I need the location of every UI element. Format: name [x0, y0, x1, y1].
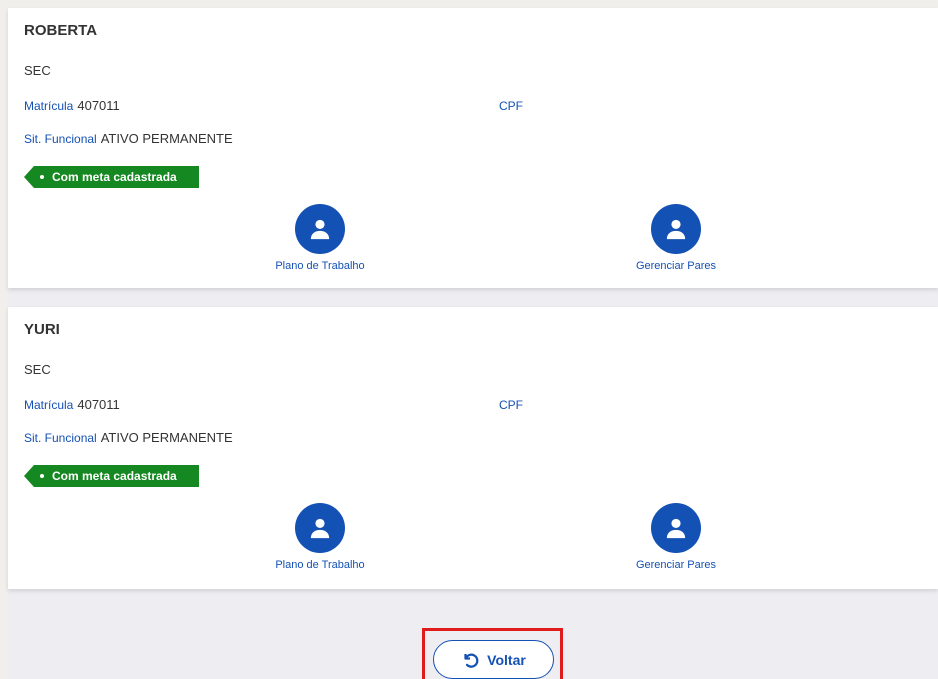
page-top-border — [0, 0, 938, 8]
employee-org: SEC — [24, 362, 51, 377]
voltar-label: Voltar — [487, 651, 526, 668]
page-left-border — [0, 0, 8, 679]
user-icon — [666, 219, 686, 240]
user-icon — [310, 219, 330, 240]
plano-trabalho-label[interactable]: Plano de Trabalho — [275, 260, 364, 272]
matricula-value: 407011 — [77, 397, 120, 412]
gerenciar-pares-label[interactable]: Gerenciar Pares — [636, 559, 716, 571]
sit-funcional-value: ATIVO PERMANENTE — [100, 131, 233, 146]
status-badge: Com meta cadastrada — [24, 166, 199, 188]
gerenciar-pares-button[interactable]: Gerenciar Pares — [606, 204, 746, 272]
sit-funcional-row: Sit. Funcional ATIVO PERMANENTE — [24, 429, 233, 447]
plano-trabalho-label[interactable]: Plano de Trabalho — [275, 559, 364, 571]
user-icon — [310, 518, 330, 539]
cpf-label: CPF — [499, 398, 523, 412]
sit-funcional-row: Sit. Funcional ATIVO PERMANENTE — [24, 130, 233, 148]
plano-trabalho-circle[interactable] — [295, 503, 345, 553]
status-badge: Com meta cadastrada — [24, 465, 199, 487]
employee-name: ROBERTA — [24, 22, 98, 39]
employee-card: YURI SEC Matrícula 407011 CPF Sit. Funcio… — [8, 307, 938, 589]
gerenciar-pares-button[interactable]: Gerenciar Pares — [606, 503, 746, 571]
gerenciar-pares-circle[interactable] — [651, 204, 701, 254]
sit-funcional-value: ATIVO PERMANENTE — [100, 430, 233, 445]
matricula-label: Matrícula — [24, 398, 74, 412]
plano-trabalho-circle[interactable] — [295, 204, 345, 254]
bullet-icon — [40, 474, 44, 478]
user-icon — [666, 518, 686, 539]
employee-card: ROBERTA SEC Matrícula 407011 CPF Sit. Fun… — [8, 8, 938, 288]
status-badge-text: Com meta cadastrada — [52, 170, 177, 184]
employee-org: SEC — [24, 63, 51, 78]
status-badge-text: Com meta cadastrada — [52, 469, 177, 483]
undo-icon — [464, 653, 479, 668]
employee-name: YURI — [24, 321, 60, 338]
cpf-label: CPF — [499, 99, 523, 113]
plano-trabalho-button[interactable]: Plano de Trabalho — [250, 503, 390, 571]
sit-funcional-label: Sit. Funcional — [24, 431, 97, 445]
matricula-label: Matrícula — [24, 99, 74, 113]
matricula-row: Matrícula 407011 — [24, 97, 120, 115]
gerenciar-pares-label[interactable]: Gerenciar Pares — [636, 260, 716, 272]
matricula-row: Matrícula 407011 — [24, 396, 120, 414]
cpf-row: CPF — [499, 97, 523, 115]
cpf-row: CPF — [499, 396, 523, 414]
voltar-button[interactable]: Voltar — [433, 640, 554, 679]
matricula-value: 407011 — [77, 98, 120, 113]
bullet-icon — [40, 175, 44, 179]
plano-trabalho-button[interactable]: Plano de Trabalho — [250, 204, 390, 272]
sit-funcional-label: Sit. Funcional — [24, 132, 97, 146]
gerenciar-pares-circle[interactable] — [651, 503, 701, 553]
